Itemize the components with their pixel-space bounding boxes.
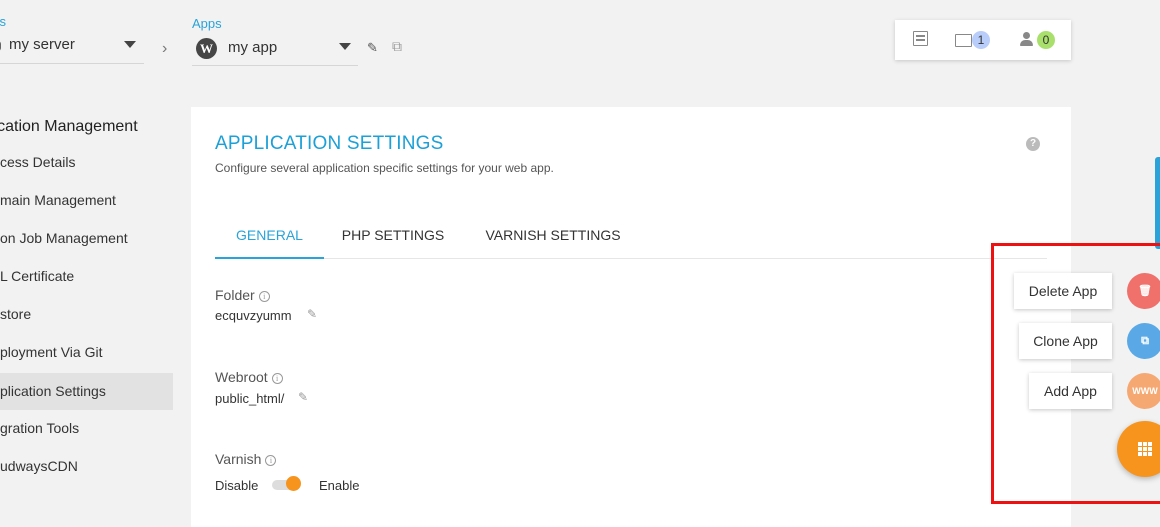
sidebar-item-label: L Certificate (0, 268, 75, 284)
varnish-toggle-knob[interactable] (286, 476, 301, 491)
app-value: my app (228, 39, 278, 56)
sidebar-item-access-details[interactable]: cess Details (0, 144, 173, 181)
webroot-field-label: Webroot i (215, 369, 283, 385)
folder-icon[interactable] (955, 34, 972, 47)
sidebar-item-restore[interactable]: store (0, 296, 173, 333)
delete-app-button[interactable]: Delete App (1014, 273, 1112, 309)
clone-app-button[interactable]: Clone App (1019, 323, 1112, 359)
apps-label: Apps (192, 16, 222, 31)
sidebar-item-application-settings[interactable]: plication Settings (0, 373, 173, 410)
folder-field-label: Folder i (215, 287, 270, 303)
sidebar-item-cloudwayscdn[interactable]: udwaysCDN (0, 448, 173, 485)
sidebar-item-label: main Management (0, 192, 116, 208)
server-value: my server (9, 36, 75, 53)
clone-icon[interactable]: ⧉ (1127, 323, 1160, 359)
info-icon[interactable]: i (265, 455, 277, 466)
external-link-icon[interactable]: ⧉ (392, 38, 402, 55)
sidebar-title: lication Management (0, 118, 138, 135)
chevron-down-icon[interactable] (124, 41, 136, 48)
page-title: APPLICATION SETTINGS (215, 133, 444, 154)
webroot-label: Webroot (215, 369, 268, 385)
chevron-down-icon[interactable] (339, 43, 351, 50)
sidebar-item-deployment-via-git[interactable]: ployment Via Git (0, 334, 173, 371)
edit-webroot-icon[interactable]: ✎ (298, 390, 308, 404)
user-count-badge: 0 (1037, 31, 1055, 49)
page-subtitle: Configure several application specific s… (215, 161, 554, 175)
server-list-icon[interactable] (913, 31, 928, 46)
sidebar-item-label: udwaysCDN (0, 458, 78, 474)
add-app-button[interactable]: Add App (1029, 373, 1112, 409)
top-status-box: 1 0 (895, 20, 1071, 60)
sidebar-item-cron-job-management[interactable]: on Job Management (0, 220, 173, 257)
help-icon[interactable]: ? (1026, 137, 1040, 151)
server-underline (0, 63, 144, 64)
trash-icon[interactable]: 🗑 (1127, 273, 1160, 309)
servers-label: ers (0, 14, 7, 29)
varnish-enable-label: Enable (319, 478, 360, 493)
sidebar-item-domain-management[interactable]: main Management (0, 182, 173, 219)
wordpress-icon: W (196, 38, 217, 59)
varnish-field-label: Varnish i (215, 451, 277, 467)
chevron-right-icon: › (162, 40, 168, 57)
folder-label: Folder (215, 287, 255, 303)
folder-value: ecquvzyumm (215, 308, 292, 323)
info-icon[interactable]: i (271, 373, 283, 384)
server-icon (0, 41, 1, 51)
tab-php-settings[interactable]: PHP SETTINGS (340, 217, 446, 259)
grid-icon (1138, 442, 1152, 456)
sidebar-item-label: plication Settings (0, 383, 106, 399)
sidebar-item-ssl-certificate[interactable]: L Certificate (0, 258, 173, 295)
sidebar-item-label: on Job Management (0, 230, 128, 246)
webroot-value: public_html/ (215, 391, 285, 406)
app-underline (192, 65, 358, 66)
tab-varnish-settings[interactable]: VARNISH SETTINGS (480, 217, 626, 259)
sidebar-item-migration-tools[interactable]: gration Tools (0, 410, 173, 447)
application-settings-panel: APPLICATION SETTINGS Configure several a… (191, 107, 1071, 527)
varnish-disable-label: Disable (215, 478, 259, 493)
edit-icon[interactable]: ✎ (367, 40, 378, 56)
user-icon[interactable] (1020, 32, 1034, 48)
info-icon[interactable]: i (258, 291, 270, 302)
scroll-indicator (1155, 157, 1160, 249)
sidebar-item-label: gration Tools (0, 420, 80, 436)
www-icon[interactable]: WWW (1127, 373, 1160, 409)
edit-folder-icon[interactable]: ✎ (307, 307, 317, 321)
settings-tabs: GENERAL PHP SETTINGS VARNISH SETTINGS (215, 217, 1047, 259)
sidebar-item-label: ployment Via Git (0, 344, 103, 360)
sidebar-item-label: store (0, 306, 32, 322)
tab-general[interactable]: GENERAL (215, 217, 324, 259)
folder-count-badge: 1 (972, 31, 990, 49)
sidebar-item-label: cess Details (0, 154, 76, 170)
varnish-label: Varnish (215, 451, 262, 467)
